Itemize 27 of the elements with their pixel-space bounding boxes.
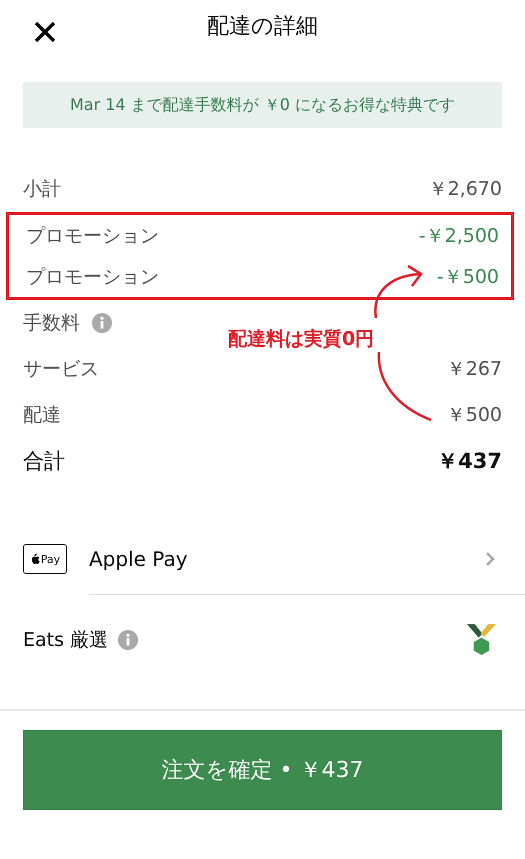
confirm-order-button[interactable]: 注文を確定 • ￥437 [23,730,502,810]
line-label: 手数料 [23,311,80,336]
eats-label: Eats 厳選 [23,628,108,653]
total-label: 合計 [23,448,65,475]
close-icon[interactable] [33,20,57,44]
promo-banner: Mar 14 まで配達手数料が ￥0 になるお得な特典です [23,82,502,128]
line-value: ￥2,670 [428,177,502,202]
info-icon[interactable] [118,630,138,650]
total-value: ￥437 [437,448,502,475]
line-value: ￥500 [446,403,502,428]
medal-icon [467,624,496,656]
chevron-icon [485,551,495,567]
line-label: 配達 [23,403,61,428]
payment-label: Apple Pay [89,547,189,571]
line-value: ￥267 [446,357,502,382]
discount-value: -￥500 [436,264,499,290]
discount-value: -￥2,500 [418,224,499,248]
annotation-text: 配達料は実質0円 [228,327,374,352]
badge-text: Pay [40,552,60,566]
payment-row[interactable]: Pay Apple Pay [0,524,525,594]
line-label: プロモーション [26,224,159,248]
apple-icon [30,553,40,565]
window-title: 配達の詳細 [207,13,318,41]
line-label: プロモーション [26,264,159,290]
line-label: 小計 [23,177,61,202]
line-label: サービス [23,357,99,382]
info-icon[interactable] [92,313,112,333]
